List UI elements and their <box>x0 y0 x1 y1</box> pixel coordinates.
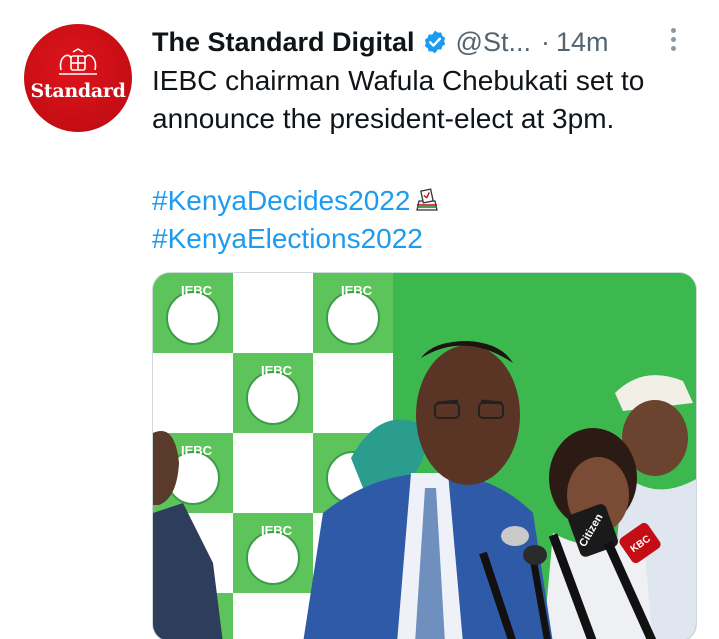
backdrop-label: IEBC <box>261 523 293 538</box>
author-handle[interactable]: @St... <box>456 27 531 58</box>
verified-badge-icon <box>424 30 445 54</box>
tweet-text-line: IEBC chairman Wafula Chebukati set to <box>152 65 645 96</box>
hashtag-list: #KenyaDecides2022 #KenyaElections2022 <box>152 182 440 258</box>
author-display-name[interactable]: The Standard Digital <box>152 27 415 58</box>
backdrop-label: IEBC <box>261 363 293 378</box>
tweet-text-line: announce the president-elect at 3pm. <box>152 103 615 134</box>
avatar-brand-text: Standard <box>30 80 126 102</box>
press-conference-photo: IEBC IEBC IEBC IEBC IEBC Citizen KBC <box>153 273 696 639</box>
tweet-body: IEBC chairman Wafula Chebukati set to an… <box>152 62 712 138</box>
crest-icon <box>59 48 97 75</box>
more-options-icon[interactable] <box>669 28 677 56</box>
backdrop-label: IEBC <box>181 283 213 298</box>
tweet-timestamp[interactable]: 14m <box>556 27 609 58</box>
meta-separator: · <box>540 26 550 57</box>
hashtag-link[interactable]: #KenyaElections2022 <box>152 220 440 258</box>
tweet-media-image[interactable]: IEBC IEBC IEBC IEBC IEBC Citizen KBC <box>152 272 697 639</box>
hashtag-link[interactable]: #KenyaDecides2022 <box>152 182 440 220</box>
ballot-box-icon <box>416 188 439 211</box>
backdrop-label: IEBC <box>181 443 213 458</box>
backdrop-label: IEBC <box>341 283 373 298</box>
tweet-header: The Standard Digital @St... · 14m <box>152 22 707 62</box>
author-avatar[interactable]: Standard <box>24 24 132 132</box>
